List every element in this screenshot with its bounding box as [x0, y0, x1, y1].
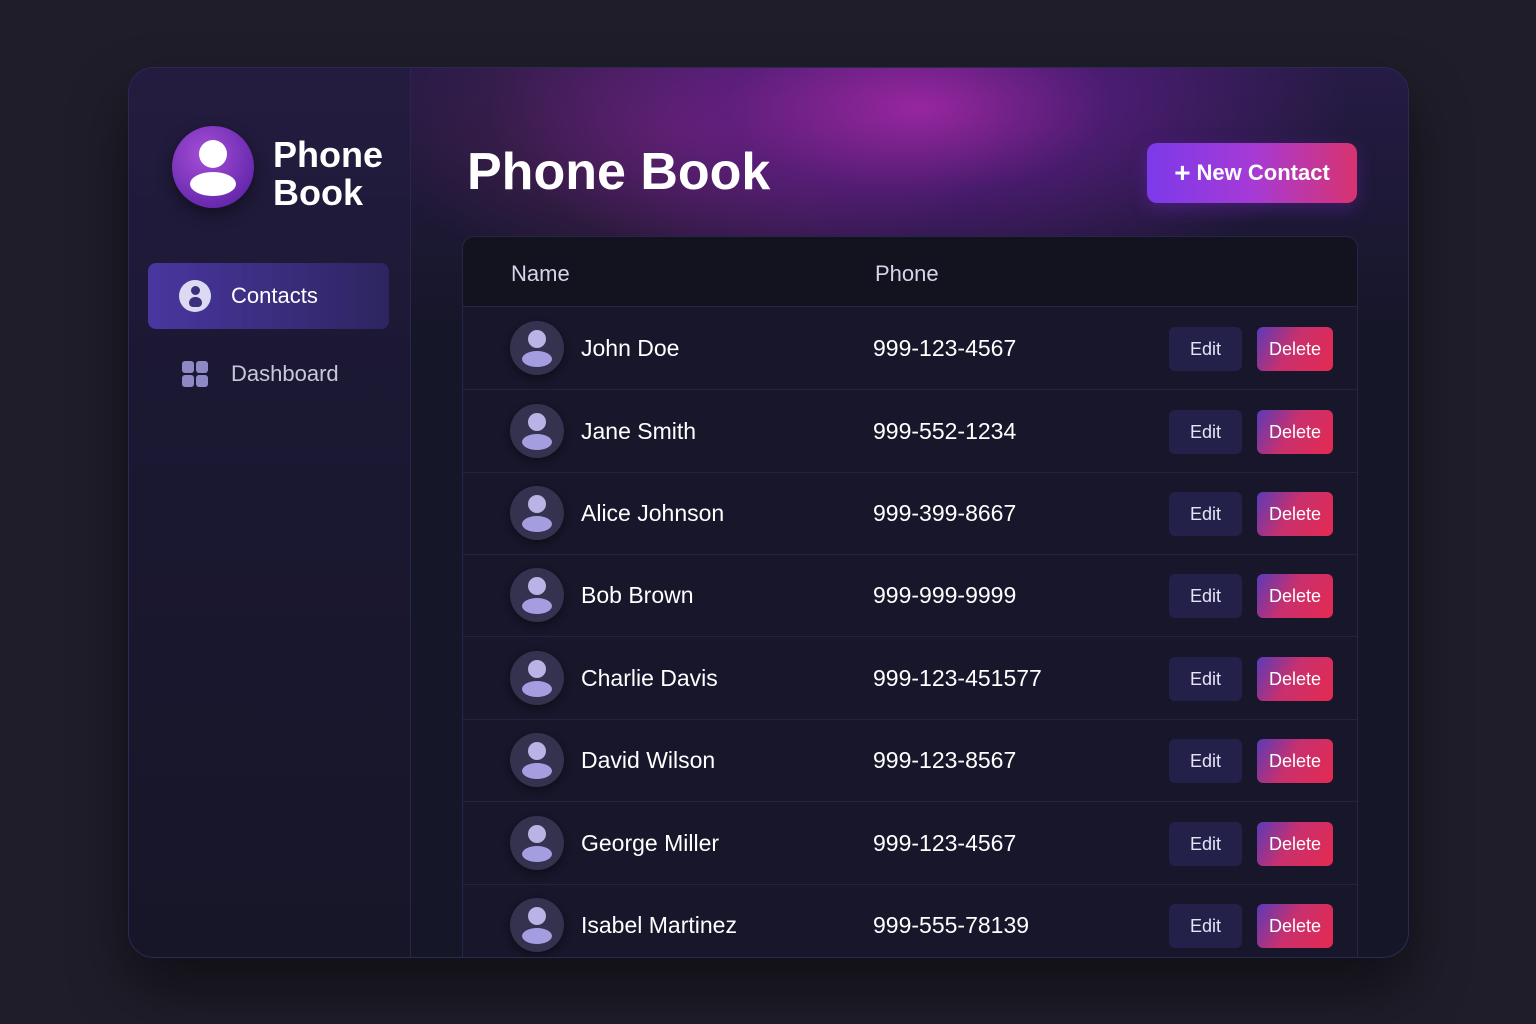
app-window: Phone Book Contacts Dashboard Phone Book… — [128, 67, 1409, 958]
table-row: Jane Smith 999-552-1234 Edit Delete — [463, 390, 1357, 473]
delete-button[interactable]: Delete — [1257, 822, 1333, 866]
edit-button[interactable]: Edit — [1169, 492, 1242, 536]
table-row: John Doe 999-123-4567 Edit Delete — [463, 307, 1357, 390]
contact-phone: 999-123-451577 — [873, 665, 1042, 691]
avatar-icon — [510, 321, 564, 375]
contact-name: Alice Johnson — [581, 500, 725, 526]
delete-button[interactable]: Delete — [1257, 657, 1333, 701]
contact-phone: 999-123-4567 — [873, 335, 1017, 361]
avatar-icon — [510, 486, 564, 540]
delete-button[interactable]: Delete — [1257, 327, 1333, 371]
new-contact-button[interactable]: + New Contact — [1147, 143, 1357, 203]
page-title: Phone Book — [467, 143, 771, 201]
column-header-name: Name — [511, 261, 570, 286]
contact-phone: 999-555-78139 — [873, 912, 1030, 938]
contact-phone: 999-123-8567 — [873, 747, 1017, 773]
table-row: Bob Brown 999-999-9999 Edit Delete — [463, 554, 1357, 637]
contact-phone: 999-552-1234 — [873, 418, 1017, 444]
avatar-icon — [510, 816, 564, 870]
contact-phone: 999-123-4567 — [873, 830, 1017, 856]
edit-button[interactable]: Edit — [1169, 574, 1242, 618]
contact-phone: 999-999-9999 — [873, 582, 1017, 608]
contact-name: David Wilson — [581, 747, 716, 773]
sidebar-item-contacts[interactable]: Contacts — [148, 263, 389, 329]
contact-name: Jane Smith — [581, 418, 697, 444]
edit-button[interactable]: Edit — [1169, 410, 1242, 454]
edit-button[interactable]: Edit — [1169, 657, 1242, 701]
contact-name: Isabel Martinez — [581, 912, 737, 938]
contact-name: George Miller — [581, 830, 720, 856]
table-row: George Miller 999-123-4567 Edit Delete — [463, 802, 1357, 885]
edit-button[interactable]: Edit — [1169, 327, 1242, 371]
plus-icon: + — [1174, 157, 1191, 188]
table-row: Charlie Davis 999-123-451577 Edit Delete — [463, 637, 1357, 720]
avatar-icon — [510, 651, 564, 705]
sidebar-item-label: Dashboard — [231, 361, 339, 386]
delete-button[interactable]: Delete — [1257, 574, 1333, 618]
delete-button[interactable]: Delete — [1257, 904, 1333, 948]
table-header: Name Phone — [463, 237, 1357, 307]
delete-button[interactable]: Delete — [1257, 739, 1333, 783]
contact-icon — [178, 279, 212, 313]
sidebar: Phone Book Contacts Dashboard — [129, 68, 411, 957]
new-contact-label: New Contact — [1196, 160, 1330, 185]
brand-title: Phone Book — [273, 134, 384, 213]
contact-name: John Doe — [581, 335, 680, 361]
edit-button[interactable]: Edit — [1169, 822, 1242, 866]
table-row: Isabel Martinez 999-555-78139 Edit Delet… — [463, 884, 1357, 957]
sidebar-item-dashboard[interactable]: Dashboard — [148, 341, 389, 407]
table-row: Alice Johnson 999-399-8667 Edit Delete — [463, 472, 1357, 555]
avatar-icon — [510, 898, 564, 952]
contacts-table: Name Phone John Doe 999-123-4567 Edit De… — [462, 236, 1358, 957]
table-row: David Wilson 999-123-8567 Edit Delete — [463, 719, 1357, 802]
avatar-icon — [510, 568, 564, 622]
sidebar-item-label: Contacts — [231, 283, 318, 308]
grid-icon — [178, 357, 212, 391]
contact-phone: 999-399-8667 — [873, 500, 1017, 526]
delete-button[interactable]: Delete — [1257, 492, 1333, 536]
brand-avatar-icon — [172, 126, 254, 208]
contact-name: Bob Brown — [581, 582, 694, 608]
edit-button[interactable]: Edit — [1169, 904, 1242, 948]
delete-button[interactable]: Delete — [1257, 410, 1333, 454]
avatar-icon — [510, 404, 564, 458]
edit-button[interactable]: Edit — [1169, 739, 1242, 783]
avatar-icon — [510, 733, 564, 787]
column-header-phone: Phone — [875, 261, 939, 286]
contact-name: Charlie Davis — [581, 665, 718, 691]
